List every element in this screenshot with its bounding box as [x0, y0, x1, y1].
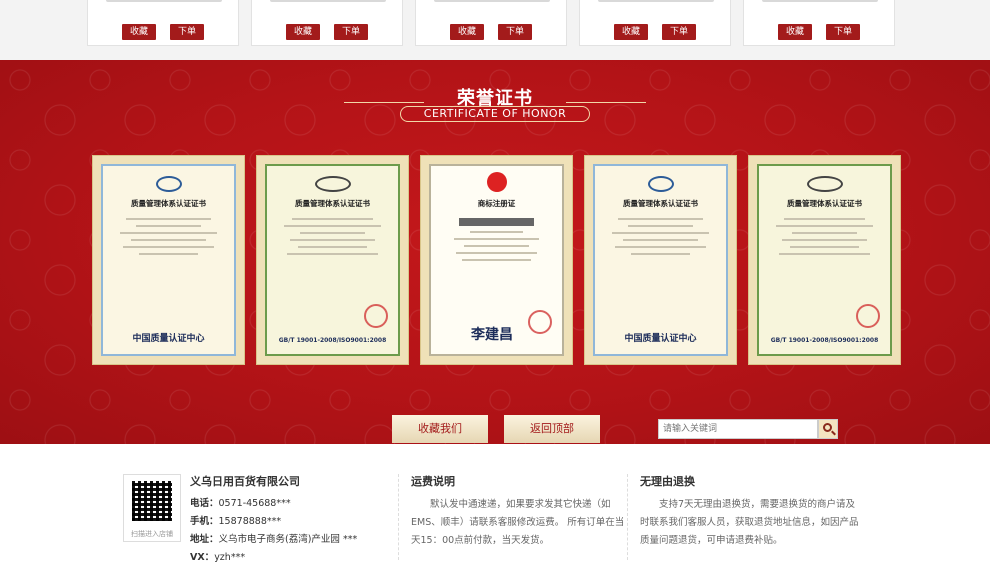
product-card: 收藏 下单 — [87, 0, 239, 46]
order-button[interactable]: 下单 — [662, 24, 697, 40]
address-label: 地址： — [190, 534, 219, 545]
order-button[interactable]: 下单 — [498, 24, 533, 40]
order-button[interactable]: 下单 — [826, 24, 861, 40]
seal-icon — [528, 310, 552, 334]
certificate-title: 质量管理体系认证证书 — [787, 199, 862, 208]
favorite-button[interactable]: 收藏 — [777, 24, 812, 40]
qr-code-icon — [132, 481, 172, 521]
add-favorite-button[interactable]: 收藏我们 — [392, 415, 488, 443]
order-button[interactable]: 下单 — [170, 24, 205, 40]
product-strip: 收藏 下单 收藏 下单 收藏 下单 收藏 下单 收藏 下单 — [0, 0, 990, 60]
certificate-title: 商标注册证 — [477, 199, 516, 208]
divider — [627, 474, 628, 560]
mobile-value: 15878888*** — [218, 516, 282, 527]
product-title-cut — [106, 0, 222, 2]
divider — [398, 474, 399, 560]
cqc-logo-icon — [155, 176, 182, 192]
favorite-button[interactable]: 收藏 — [285, 24, 320, 40]
certificate-title: 质量管理体系认证证书 — [131, 199, 206, 208]
returns-text: 支持7天无理由退换货，需要退换货的商户请及时联系我们客服人员，获取退货地址信息，… — [640, 499, 859, 546]
certificate-issuer: 中国质量认证中心 — [132, 334, 205, 344]
qr-code: 扫描进入店铺 — [123, 474, 181, 542]
product-title-cut — [434, 0, 550, 2]
vx-label: VX： — [190, 552, 215, 563]
certificate-card[interactable]: 质量管理体系认证证书 GB/T 19001-2008/ISO9001:2008 — [256, 155, 409, 365]
cqc-logo-icon — [647, 176, 674, 192]
company-name: 义乌日用百货有限公司 — [190, 475, 300, 488]
certificate-issuer: 中国质量认证中心 — [624, 334, 697, 344]
section-title-en: CERTIFICATE OF HONOR — [400, 106, 590, 122]
phone-label: 电话： — [190, 498, 219, 509]
honor-section: 荣誉证书 CERTIFICATE OF HONOR 质量管理体系认证证书 中国质… — [0, 60, 990, 444]
favorite-button[interactable]: 收藏 — [449, 24, 484, 40]
qac-logo-icon — [806, 176, 843, 192]
shipping-title: 运费说明 — [411, 475, 455, 488]
certificate-card[interactable]: 质量管理体系认证证书 中国质量认证中心 — [92, 155, 245, 365]
product-title-cut — [762, 0, 878, 2]
footer: 扫描进入店铺 义乌日用百货有限公司 电话：0571-45688*** 手机：15… — [0, 444, 990, 568]
returns-title: 无理由退换 — [640, 475, 695, 488]
product-card: 收藏 下单 — [251, 0, 403, 46]
product-title-cut — [598, 0, 714, 2]
favorite-button[interactable]: 收藏 — [613, 24, 648, 40]
product-card: 收藏 下单 — [579, 0, 731, 46]
seal-icon — [364, 304, 388, 328]
search-button[interactable] — [818, 419, 838, 439]
product-title-cut — [270, 0, 386, 2]
national-emblem-icon — [486, 172, 507, 192]
certificate-card[interactable]: 质量管理体系认证证书 GB/T 19001-2008/ISO9001:2008 — [748, 155, 901, 365]
qr-code-label: 扫描进入店铺 — [131, 530, 173, 538]
phone-value: 0571-45688*** — [218, 498, 291, 509]
shipping-text: 默认发中通速递，如果要求发其它快递（如EMS、顺丰）请联系客服修改运费。 所有订… — [411, 499, 625, 546]
certificate-card[interactable]: 商标注册证 李建昌 — [420, 155, 573, 365]
address-value: 义乌市电子商务(荔湾)产业园 *** — [218, 534, 358, 545]
vx-value: yzh*** — [214, 552, 246, 563]
certificate-title: 质量管理体系认证证书 — [295, 199, 370, 208]
company-contact: 电话：0571-45688*** 手机：15878888*** 地址：义乌市电子… — [190, 495, 357, 567]
mobile-label: 手机： — [190, 516, 219, 527]
section-title: 荣誉证书 CERTIFICATE OF HONOR — [340, 82, 650, 128]
certificate-standard: GB/T 19001-2008/ISO9001:2008 — [278, 337, 387, 344]
back-to-top-button[interactable]: 返回顶部 — [504, 415, 600, 443]
order-button[interactable]: 下单 — [334, 24, 369, 40]
certificate-card[interactable]: 质量管理体系认证证书 中国质量认证中心 — [584, 155, 737, 365]
seal-icon — [856, 304, 880, 328]
favorite-button[interactable]: 收藏 — [121, 24, 156, 40]
product-card: 收藏 下单 — [743, 0, 895, 46]
search-input[interactable] — [658, 419, 818, 439]
certificate-title: 质量管理体系认证证书 — [623, 199, 698, 208]
certificate-standard: GB/T 19001-2008/ISO9001:2008 — [770, 337, 879, 344]
qac-logo-icon — [314, 176, 351, 192]
product-card: 收藏 下单 — [415, 0, 567, 46]
